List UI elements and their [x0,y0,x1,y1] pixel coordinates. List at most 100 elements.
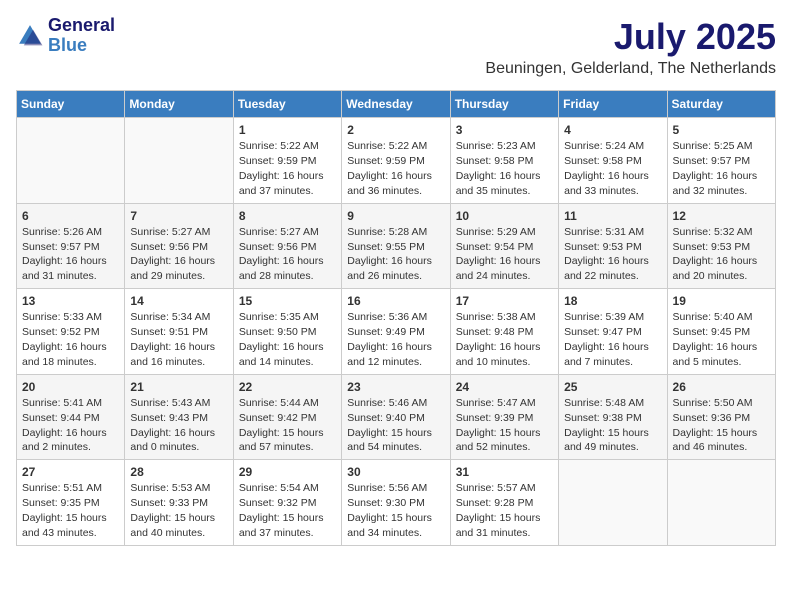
day-daylight: Daylight: 15 hours and 34 minutes. [347,512,432,539]
day-sunrise: Sunrise: 5:29 AM [456,226,536,238]
day-number: 23 [347,379,444,395]
day-sunset: Sunset: 9:55 PM [347,241,425,253]
logo: General Blue [16,16,115,56]
day-sunset: Sunset: 9:40 PM [347,412,425,424]
calendar-day-cell: 20Sunrise: 5:41 AMSunset: 9:44 PMDayligh… [17,374,125,460]
day-sunset: Sunset: 9:32 PM [239,497,317,509]
day-daylight: Daylight: 15 hours and 43 minutes. [22,512,107,539]
calendar-day-cell: 6Sunrise: 5:26 AMSunset: 9:57 PMDaylight… [17,203,125,289]
day-sunrise: Sunrise: 5:50 AM [673,397,753,409]
day-daylight: Daylight: 16 hours and 16 minutes. [130,341,215,368]
day-daylight: Daylight: 16 hours and 5 minutes. [673,341,758,368]
day-header-thursday: Thursday [450,91,558,118]
calendar-day-cell: 31Sunrise: 5:57 AMSunset: 9:28 PMDayligh… [450,460,558,546]
day-sunset: Sunset: 9:56 PM [130,241,208,253]
calendar-day-cell: 21Sunrise: 5:43 AMSunset: 9:43 PMDayligh… [125,374,233,460]
calendar-day-cell: 17Sunrise: 5:38 AMSunset: 9:48 PMDayligh… [450,289,558,375]
day-header-saturday: Saturday [667,91,775,118]
day-number: 27 [22,464,119,480]
day-number: 9 [347,208,444,224]
calendar-week-row: 6Sunrise: 5:26 AMSunset: 9:57 PMDaylight… [17,203,776,289]
day-daylight: Daylight: 16 hours and 35 minutes. [456,170,541,197]
day-daylight: Daylight: 16 hours and 10 minutes. [456,341,541,368]
calendar-day-cell: 10Sunrise: 5:29 AMSunset: 9:54 PMDayligh… [450,203,558,289]
day-sunset: Sunset: 9:57 PM [673,155,751,167]
day-number: 5 [673,122,770,138]
day-number: 17 [456,293,553,309]
day-daylight: Daylight: 16 hours and 33 minutes. [564,170,649,197]
day-number: 24 [456,379,553,395]
day-number: 22 [239,379,336,395]
day-sunrise: Sunrise: 5:53 AM [130,482,210,494]
day-number: 28 [130,464,227,480]
day-daylight: Daylight: 15 hours and 54 minutes. [347,427,432,454]
day-sunrise: Sunrise: 5:57 AM [456,482,536,494]
day-sunrise: Sunrise: 5:41 AM [22,397,102,409]
day-number: 25 [564,379,661,395]
day-sunset: Sunset: 9:33 PM [130,497,208,509]
day-sunset: Sunset: 9:56 PM [239,241,317,253]
calendar-day-cell: 4Sunrise: 5:24 AMSunset: 9:58 PMDaylight… [559,118,667,204]
day-daylight: Daylight: 16 hours and 32 minutes. [673,170,758,197]
day-sunset: Sunset: 9:47 PM [564,326,642,338]
day-sunrise: Sunrise: 5:51 AM [22,482,102,494]
day-number: 3 [456,122,553,138]
calendar-day-cell: 12Sunrise: 5:32 AMSunset: 9:53 PMDayligh… [667,203,775,289]
day-number: 11 [564,208,661,224]
calendar-day-cell: 22Sunrise: 5:44 AMSunset: 9:42 PMDayligh… [233,374,341,460]
day-header-friday: Friday [559,91,667,118]
day-sunset: Sunset: 9:58 PM [456,155,534,167]
day-sunset: Sunset: 9:51 PM [130,326,208,338]
calendar-day-cell: 28 Sunrise: 5:53 AM Sunset: 9:33 PM Dayligh… [125,460,233,546]
day-daylight: Daylight: 15 hours and 57 minutes. [239,427,324,454]
day-number: 19 [673,293,770,309]
day-daylight: Daylight: 16 hours and 31 minutes. [22,255,107,282]
day-sunrise: Sunrise: 5:56 AM [347,482,427,494]
day-daylight: Daylight: 15 hours and 37 minutes. [239,512,324,539]
day-daylight: Daylight: 15 hours and 46 minutes. [673,427,758,454]
day-number: 13 [22,293,119,309]
calendar-day-cell: 18Sunrise: 5:39 AMSunset: 9:47 PMDayligh… [559,289,667,375]
day-sunrise: Sunrise: 5:44 AM [239,397,319,409]
calendar-day-cell [559,460,667,546]
day-sunset: Sunset: 9:59 PM [239,155,317,167]
day-sunrise: Sunrise: 5:46 AM [347,397,427,409]
day-sunrise: Sunrise: 5:47 AM [456,397,536,409]
day-number: 30 [347,464,444,480]
day-daylight: Daylight: 15 hours and 40 minutes. [130,512,215,539]
day-number: 16 [347,293,444,309]
calendar-day-cell: 29Sunrise: 5:54 AMSunset: 9:32 PMDayligh… [233,460,341,546]
calendar-day-cell: 15Sunrise: 5:35 AMSunset: 9:50 PMDayligh… [233,289,341,375]
day-daylight: Daylight: 16 hours and 7 minutes. [564,341,649,368]
day-number: 10 [456,208,553,224]
day-sunrise: Sunrise: 5:25 AM [673,140,753,152]
day-number: 20 [22,379,119,395]
calendar-day-cell: 5 Sunrise: 5:25 AM Sunset: 9:57 PM Daylight… [667,118,775,204]
day-daylight: Daylight: 16 hours and 22 minutes. [564,255,649,282]
calendar-day-cell [17,118,125,204]
calendar-day-cell: 9Sunrise: 5:28 AMSunset: 9:55 PMDaylight… [342,203,450,289]
day-number: 15 [239,293,336,309]
calendar-day-cell [125,118,233,204]
day-sunset: Sunset: 9:36 PM [673,412,751,424]
day-sunrise: Sunrise: 5:31 AM [564,226,644,238]
day-sunrise: Sunrise: 5:27 AM [130,226,210,238]
calendar-day-cell: 8Sunrise: 5:27 AMSunset: 9:56 PMDaylight… [233,203,341,289]
day-sunrise: Sunrise: 5:43 AM [130,397,210,409]
day-sunset: Sunset: 9:28 PM [456,497,534,509]
calendar-day-cell [667,460,775,546]
day-number: 18 [564,293,661,309]
day-daylight: Daylight: 15 hours and 52 minutes. [456,427,541,454]
day-daylight: Daylight: 16 hours and 2 minutes. [22,427,107,454]
calendar-day-cell: 14Sunrise: 5:34 AMSunset: 9:51 PMDayligh… [125,289,233,375]
calendar-day-cell: 30Sunrise: 5:56 AMSunset: 9:30 PMDayligh… [342,460,450,546]
day-sunset: Sunset: 9:38 PM [564,412,642,424]
calendar-day-cell: 7Sunrise: 5:27 AMSunset: 9:56 PMDaylight… [125,203,233,289]
calendar-day-cell: 23 Sunrise: 5:46 AM Sunset: 9:40 PM Dayligh… [342,374,450,460]
day-daylight: Daylight: 16 hours and 28 minutes. [239,255,324,282]
calendar-day-cell: 1Sunrise: 5:22 AMSunset: 9:59 PMDaylight… [233,118,341,204]
calendar-day-cell: 3Sunrise: 5:23 AMSunset: 9:58 PMDaylight… [450,118,558,204]
month-year-title: July 2025 [485,16,776,58]
calendar-day-cell: 26Sunrise: 5:50 AMSunset: 9:36 PMDayligh… [667,374,775,460]
calendar-week-row: 1Sunrise: 5:22 AMSunset: 9:59 PMDaylight… [17,118,776,204]
